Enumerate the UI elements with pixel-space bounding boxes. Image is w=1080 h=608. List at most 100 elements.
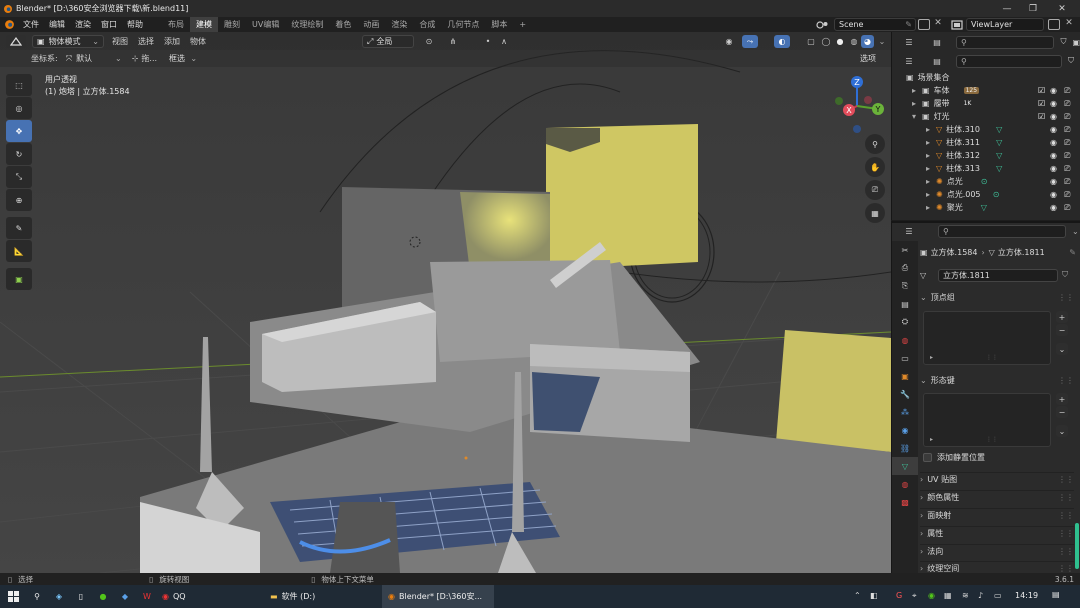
shape-keys-panel-header[interactable]: ⌄ 形态键 ⋮⋮ bbox=[920, 373, 1074, 387]
color-attributes-panel-header[interactable]: › 颜色属性 ⋮⋮ bbox=[920, 490, 1074, 504]
tab-texture[interactable]: ▩ bbox=[892, 493, 918, 511]
gizmo-toggle-icon[interactable]: ⤳ bbox=[742, 35, 758, 48]
drag-handle-icon[interactable]: ⋮⋮ bbox=[1058, 493, 1074, 502]
ortho-toggle-button[interactable]: ▦ bbox=[865, 203, 885, 223]
vertex-groups-panel-header[interactable]: ⌄ 顶点组 ⋮⋮ bbox=[920, 290, 1074, 304]
eye-icon[interactable]: ◉ bbox=[1050, 190, 1057, 199]
editor-type-icon[interactable]: ☰ bbox=[900, 38, 918, 47]
menu-edit[interactable]: 编辑 bbox=[44, 19, 70, 30]
tab-tool[interactable]: ✂ bbox=[892, 241, 918, 259]
properties-search-input[interactable]: ⚲ bbox=[938, 225, 1066, 238]
select-mode-dropdown[interactable]: 框选 ⌄ bbox=[165, 52, 201, 65]
drag-handle-icon[interactable]: ⋮⋮ bbox=[1058, 293, 1074, 302]
wechat-icon[interactable]: ● bbox=[92, 592, 114, 601]
camera-icon[interactable]: ⎚ bbox=[1064, 190, 1070, 200]
menu-help[interactable]: 帮助 bbox=[122, 19, 148, 30]
add-vertex-group-button[interactable]: + bbox=[1056, 311, 1068, 323]
display-mode-icon[interactable]: ▤ bbox=[928, 57, 946, 66]
camera-icon[interactable]: ⎚ bbox=[1064, 138, 1070, 148]
editor-type-icon[interactable] bbox=[6, 34, 26, 48]
eye-icon[interactable]: ◉ bbox=[1050, 125, 1057, 134]
new-scene-icon[interactable] bbox=[918, 19, 930, 30]
falloff-icon[interactable]: ∧ bbox=[496, 35, 512, 48]
list-resize-handle[interactable]: ⋮⋮ bbox=[986, 354, 998, 361]
attributes-panel-header[interactable]: › 属性 ⋮⋮ bbox=[920, 526, 1074, 540]
drag-handle-icon[interactable]: ⋮⋮ bbox=[1058, 475, 1074, 484]
outliner-item[interactable]: ▸ ▽ 柱体.311 ▽ ◉ ⎚ bbox=[892, 136, 1080, 149]
menu-select[interactable]: 选择 bbox=[138, 36, 154, 47]
wps-icon[interactable]: W bbox=[136, 592, 158, 601]
tab-material[interactable]: ◍ bbox=[892, 475, 918, 493]
overlay-toggle-icon[interactable]: ◐ bbox=[774, 35, 790, 48]
tab-sculpting[interactable]: 雕刻 bbox=[218, 17, 246, 32]
tab-view-layer[interactable]: ▤ bbox=[892, 295, 918, 313]
visibility-icon[interactable]: ◉ bbox=[720, 35, 738, 48]
minimize-button[interactable]: — bbox=[995, 0, 1019, 17]
uv-maps-panel-header[interactable]: › UV 贴图 ⋮⋮ bbox=[920, 472, 1074, 486]
delete-viewlayer-icon[interactable]: ✕ bbox=[1064, 18, 1074, 28]
tab-world[interactable]: ◍ bbox=[892, 331, 918, 349]
eye-icon[interactable]: ◉ bbox=[1050, 138, 1057, 147]
outliner-scene-collection[interactable]: ▣ 场景集合 bbox=[892, 71, 1080, 84]
tray-app3-icon[interactable]: ▦ bbox=[944, 591, 952, 600]
list-expand-icon[interactable]: ▸ bbox=[930, 436, 933, 443]
camera-icon[interactable]: ⎚ bbox=[1064, 99, 1070, 109]
tab-output[interactable]: ⎘ bbox=[892, 277, 918, 295]
tab-animation[interactable]: 动画 bbox=[357, 17, 385, 32]
drag-handle-icon[interactable]: ⋮⋮ bbox=[1058, 376, 1074, 385]
proportional-edit-icon[interactable]: • bbox=[482, 35, 494, 48]
shading-material-icon[interactable]: ◍ bbox=[848, 35, 860, 48]
snap-icon[interactable]: ⋔ bbox=[444, 35, 462, 48]
shading-wireframe-icon[interactable]: ◯ bbox=[820, 35, 832, 48]
xray-icon[interactable]: ▢ bbox=[804, 35, 818, 48]
pin-icon[interactable]: ✎ bbox=[905, 20, 912, 29]
viewlayer-icon[interactable] bbox=[950, 19, 964, 30]
display-mode-icon[interactable]: ▤ bbox=[928, 38, 946, 47]
scene-selector-icon[interactable] bbox=[815, 19, 831, 30]
menu-add[interactable]: 添加 bbox=[164, 36, 180, 47]
options-chevron-icon[interactable]: ⌄ bbox=[1072, 227, 1079, 236]
shading-options-icon[interactable]: ⌄ bbox=[877, 35, 887, 48]
checkbox-icon[interactable]: ☑ bbox=[1038, 112, 1045, 121]
expand-arrow-icon[interactable]: ▸ bbox=[912, 99, 922, 108]
add-cube-tool[interactable]: ▣ bbox=[6, 268, 32, 290]
eye-icon[interactable]: ◉ bbox=[1050, 177, 1057, 186]
tab-scripting[interactable]: 脚本 bbox=[485, 17, 513, 32]
outliner-search-input[interactable]: ⚲ bbox=[956, 54, 1062, 68]
add-shape-key-button[interactable]: + bbox=[1056, 393, 1068, 405]
eye-icon[interactable]: ◉ bbox=[1050, 203, 1057, 212]
zoom-button[interactable]: ⚲ bbox=[865, 134, 885, 154]
tab-uv-editing[interactable]: UV编辑 bbox=[246, 17, 285, 32]
remove-shape-key-button[interactable]: − bbox=[1056, 406, 1068, 418]
battery-icon[interactable]: ▭ bbox=[994, 591, 1002, 600]
menu-view[interactable]: 视图 bbox=[112, 36, 128, 47]
transform-tool[interactable]: ⊕ bbox=[6, 189, 32, 211]
viewlayer-field[interactable]: ViewLayer bbox=[966, 18, 1044, 31]
camera-icon[interactable]: ⎚ bbox=[1064, 151, 1070, 161]
eye-icon[interactable]: ◉ bbox=[1050, 86, 1057, 95]
tab-particles[interactable]: ⁂ bbox=[892, 403, 918, 421]
outliner-item[interactable]: ▸ ✺ 点光 ⊙ ◉ ⎚ bbox=[892, 175, 1080, 188]
tab-physics[interactable]: ◉ bbox=[892, 421, 918, 439]
gizmo-neg-y[interactable] bbox=[835, 97, 843, 105]
vertex-group-specials-button[interactable]: ⌄ bbox=[1056, 343, 1068, 355]
mesh-browse-icon[interactable]: ▽ bbox=[920, 271, 938, 280]
new-collection-icon[interactable]: ▣ bbox=[1072, 38, 1080, 47]
tab-rendering[interactable]: 渲染 bbox=[385, 17, 413, 32]
drag-label[interactable]: 拖... bbox=[141, 53, 157, 64]
outliner-item[interactable]: ▸ ▽ 柱体.310 ▽ ◉ ⎚ bbox=[892, 123, 1080, 136]
windows-start-icon[interactable] bbox=[0, 585, 26, 608]
outliner-item[interactable]: ▸ ▽ 柱体.313 ▽ ◉ ⎚ bbox=[892, 162, 1080, 175]
filter-icon[interactable]: ⛉ bbox=[1068, 56, 1074, 66]
remove-vertex-group-button[interactable]: − bbox=[1056, 324, 1068, 336]
blender-menu-icon[interactable] bbox=[4, 19, 15, 30]
3d-viewport[interactable]: ▣ 物体模式 ⌄ 视图 选择 添加 物体 ⤢ 全局 ⊙ ⋔ • ∧ ◉ ⤳ ◐ … bbox=[0, 32, 891, 573]
eye-icon[interactable]: ◉ bbox=[1050, 99, 1057, 108]
annotate-tool[interactable]: ✎ bbox=[6, 217, 32, 239]
gizmo-neg-x[interactable] bbox=[864, 96, 872, 104]
mode-dropdown[interactable]: ▣ 物体模式 ⌄ bbox=[32, 34, 104, 48]
close-button[interactable]: ✕ bbox=[1050, 0, 1074, 17]
tab-compositing[interactable]: 合成 bbox=[413, 17, 441, 32]
camera-icon[interactable]: ⎚ bbox=[1064, 164, 1070, 174]
cursor-tool[interactable]: ◎ bbox=[6, 97, 32, 119]
